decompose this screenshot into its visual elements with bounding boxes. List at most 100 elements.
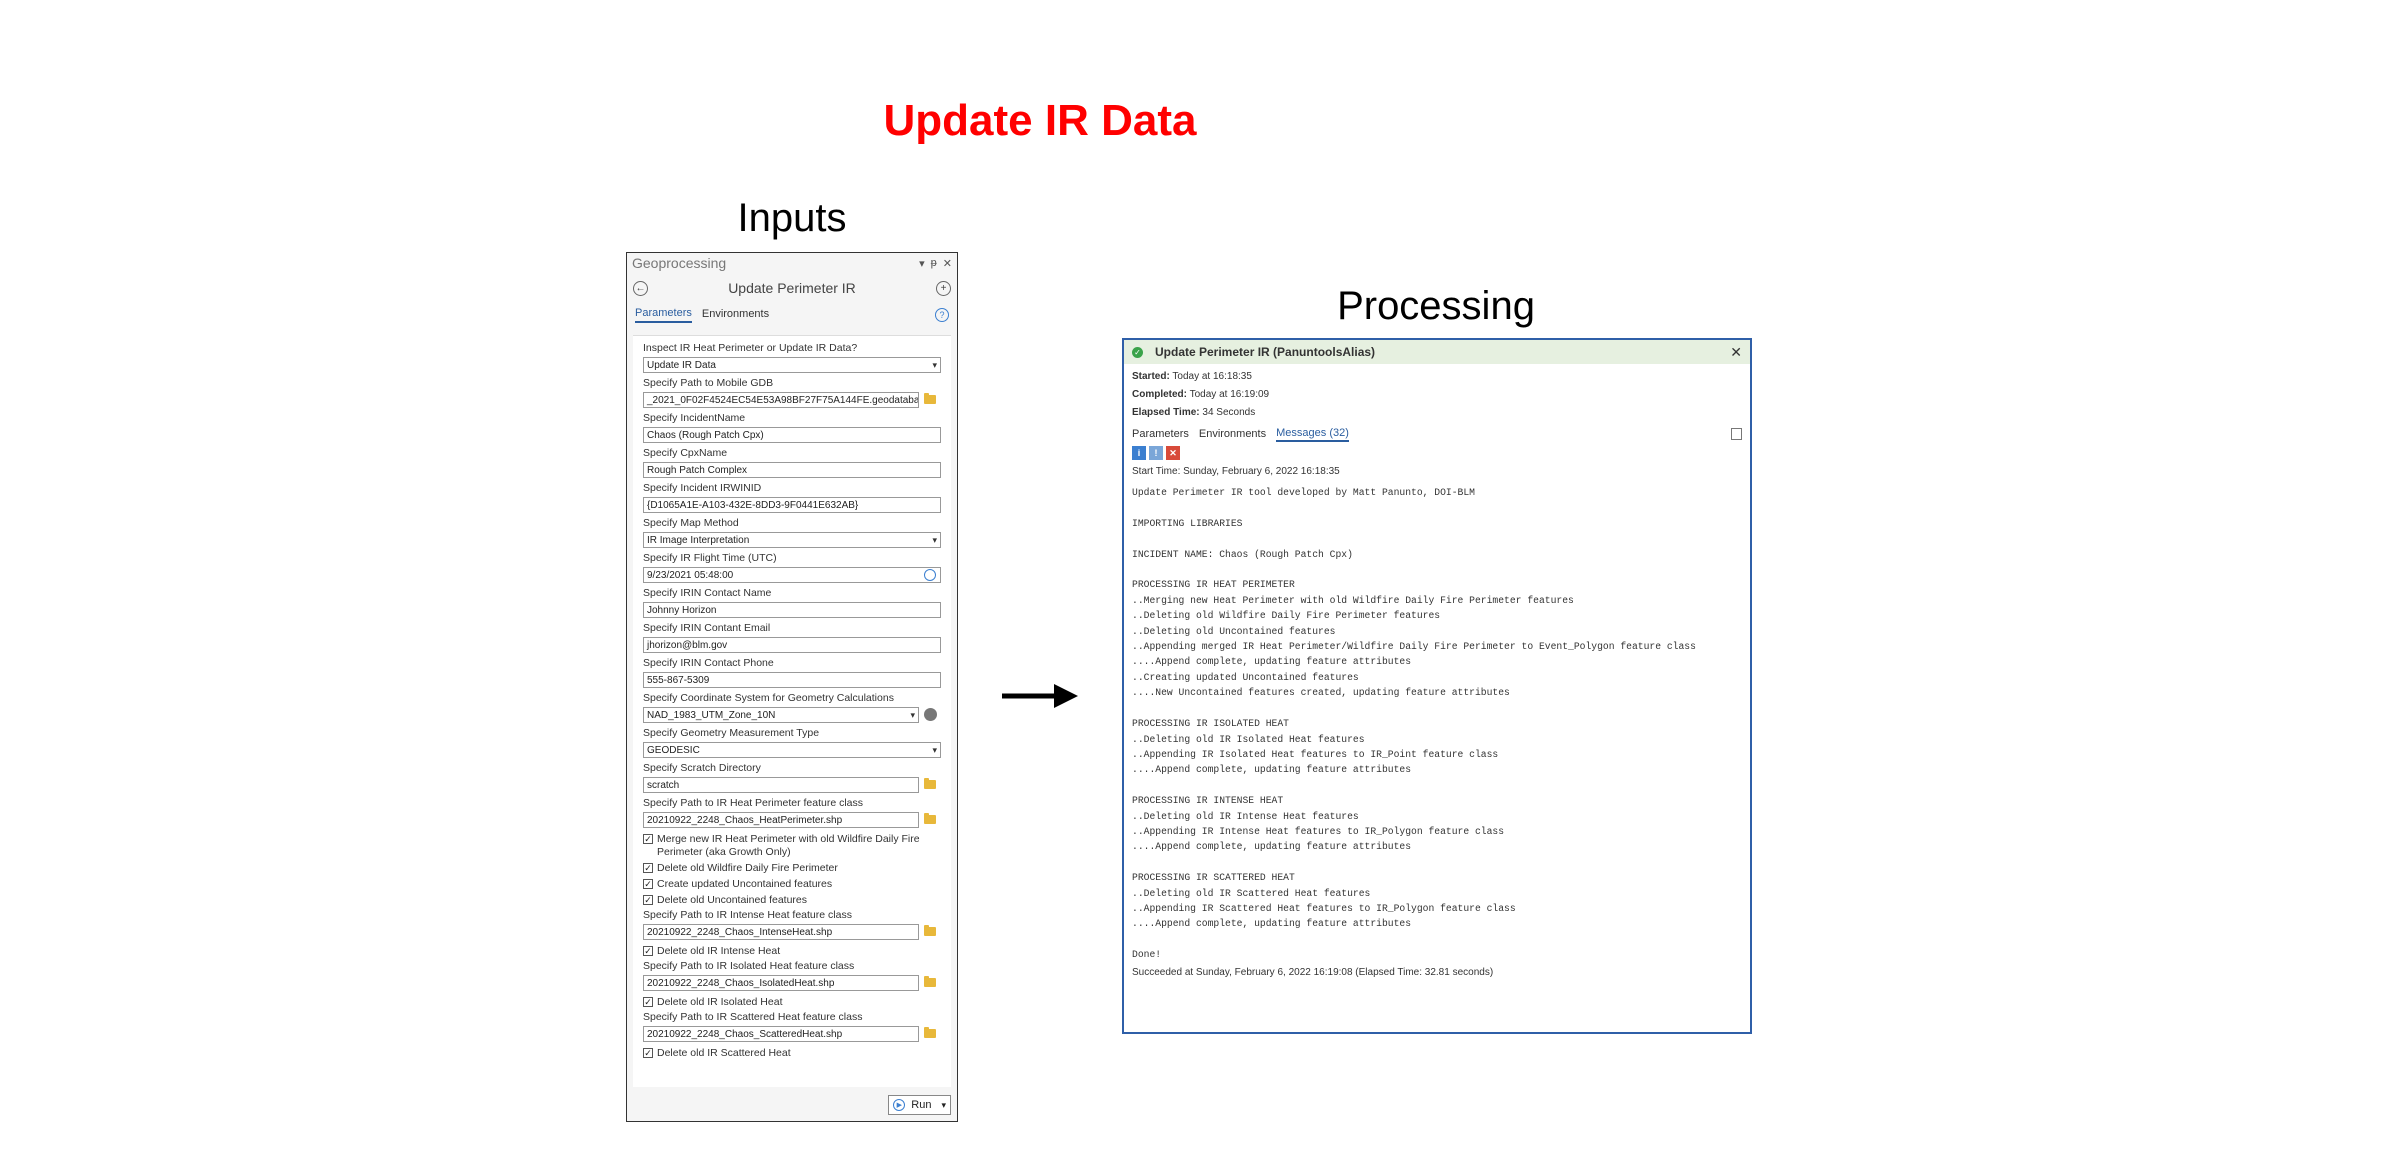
clock-icon[interactable] (924, 568, 936, 581)
param-label: Specify IRIN Contact Name (643, 587, 772, 599)
merge-perimeter-checkbox[interactable]: ✓ Merge new IR Heat Perimeter with old Wi… (643, 833, 941, 859)
create-uncontained-checkbox[interactable]: ✓ Create updated Uncontained features (643, 878, 941, 891)
param-label: Specify IR Flight Time (UTC) (643, 552, 777, 564)
delete-uncontained-checkbox[interactable]: ✓ Delete old Uncontained features (643, 894, 941, 907)
completed-value: Today at 16:19:09 (1189, 389, 1270, 400)
inputs-label: Inputs (737, 196, 847, 240)
param-label: Specify Map Method (643, 517, 739, 529)
pin-icon[interactable]: ᵽ (931, 257, 937, 269)
close-pane-icon[interactable]: ✕ (943, 257, 952, 270)
param-label: Inspect IR Heat Perimeter or Update IR D… (643, 342, 858, 354)
coordinate-system-select[interactable]: NAD_1983_UTM_Zone_10N (643, 707, 919, 723)
tool-header: ← Update Perimeter IR + (627, 273, 957, 303)
tab-environments[interactable]: Environments (1199, 428, 1266, 441)
geoprocessing-pane: Geoprocessing ▾ ᵽ ✕ ← Update Perimeter I… (626, 252, 958, 1122)
param-label: Specify Path to Mobile GDB (643, 377, 774, 389)
map-method-select[interactable]: IR Image Interpretation (643, 532, 941, 548)
folder-icon[interactable] (924, 925, 936, 936)
isolated-heat-path-input[interactable]: 20210922_2248_Chaos_IsolatedHeat.shp (643, 975, 919, 991)
help-icon[interactable]: ? (935, 308, 949, 322)
pane-titlebar: Geoprocessing ▾ ᵽ ✕ (627, 253, 957, 273)
tab-parameters[interactable]: Parameters (1132, 428, 1189, 441)
start-time: Start Time: Sunday, February 6, 2022 16:… (1132, 466, 1340, 477)
started-value: Today at 16:18:35 (1172, 371, 1252, 382)
folder-icon[interactable] (924, 976, 936, 987)
run-metadata: Started: Today at 16:18:35 Completed: To… (1132, 371, 1270, 418)
measurement-type-select[interactable]: GEODESIC (643, 742, 941, 758)
scratch-directory-input[interactable]: scratch (643, 777, 919, 793)
close-icon[interactable]: ✕ (1730, 344, 1742, 361)
checkbox-checked[interactable]: ✓ (643, 834, 653, 844)
param-label: Specify Geometry Measurement Type (643, 727, 820, 739)
param-label: Specify Coordinate System for Geometry C… (643, 692, 894, 704)
tool-tabs: Parameters Environments ? (627, 303, 957, 327)
play-icon: ▶ (893, 1099, 906, 1111)
messages-tabs: Parameters Environments Messages (32) (1124, 424, 1750, 444)
processing-label: Processing (1337, 284, 1535, 328)
success-check-icon: ✓ (1132, 346, 1143, 358)
tab-messages[interactable]: Messages (32) (1276, 427, 1349, 442)
mobile-gdb-path-input[interactable]: _2021_0F02F4524EC54E53A98BF27F75A144FE.g… (643, 392, 919, 408)
param-label: Specify Path to IR Intense Heat feature … (643, 909, 852, 921)
pane-title: Geoprocessing (632, 255, 727, 271)
checkbox-checked[interactable]: ✓ (643, 1048, 653, 1058)
back-arrow-icon[interactable]: ← (633, 280, 648, 296)
checkbox-checked[interactable]: ✓ (643, 879, 653, 889)
heat-perimeter-path-input[interactable]: 20210922_2248_Chaos_HeatPerimeter.shp (643, 812, 919, 828)
param-label: Specify Path to IR Isolated Heat feature… (643, 960, 855, 972)
copy-icon[interactable] (1731, 428, 1742, 440)
irwinid-input[interactable]: {D1065A1E-A103-432E-8DD3-9F0441E632AB} (643, 497, 941, 513)
error-filter-icon[interactable]: ✕ (1166, 446, 1180, 460)
param-label: Specify Incident IRWINID (643, 482, 762, 494)
param-label: Specify IRIN Contant Email (643, 622, 771, 634)
slide-title: Update IR Data (883, 96, 1197, 145)
inspect-or-update-select[interactable]: Update IR Data (643, 357, 941, 373)
param-label: Specify Path to IR Scattered Heat featur… (643, 1011, 863, 1023)
messages-title: Update Perimeter IR (PanuntoolsAlias) (1155, 345, 1376, 359)
message-filters: i ! ✕ (1124, 444, 1750, 462)
messages-header: ✓ Update Perimeter IR (PanuntoolsAlias) … (1124, 340, 1750, 364)
intense-heat-path-input[interactable]: 20210922_2248_Chaos_IntenseHeat.shp (643, 924, 919, 940)
succeeded-message: Succeeded at Sunday, February 6, 2022 16… (1132, 966, 1494, 978)
param-label: Specify Scratch Directory (643, 762, 761, 774)
folder-icon[interactable] (924, 393, 936, 404)
elapsed-value: 34 Seconds (1202, 407, 1256, 418)
pane-options-icon[interactable]: ▾ (919, 257, 925, 270)
tab-parameters[interactable]: Parameters (635, 307, 692, 323)
scattered-heat-path-input[interactable]: 20210922_2248_Chaos_ScatteredHeat.shp (643, 1026, 919, 1042)
checkbox-checked[interactable]: ✓ (643, 895, 653, 905)
message-log: Update Perimeter IR tool developed by Ma… (1132, 487, 1696, 961)
cpx-name-input[interactable]: Rough Patch Complex (643, 462, 941, 478)
param-label: Specify CpxName (643, 447, 728, 459)
incident-name-input[interactable]: Chaos (Rough Patch Cpx) (643, 427, 941, 443)
run-label: Run (911, 1099, 932, 1111)
add-icon[interactable]: + (936, 280, 951, 296)
flight-time-input[interactable]: 9/23/2021 05:48:00 (643, 567, 941, 583)
chevron-down-icon[interactable]: ▾ (941, 1100, 946, 1111)
warning-filter-icon[interactable]: ! (1149, 446, 1163, 460)
run-button[interactable]: ▶ Run ▾ (888, 1095, 951, 1115)
param-label: Specify Path to IR Heat Perimeter featur… (643, 797, 864, 809)
contact-email-input[interactable]: jhorizon@blm.gov (643, 637, 941, 653)
checkbox-checked[interactable]: ✓ (643, 946, 653, 956)
delete-daily-perimeter-checkbox[interactable]: ✓ Delete old Wildfire Daily Fire Perimete… (643, 862, 941, 875)
info-filter-icon[interactable]: i (1132, 446, 1146, 460)
folder-icon[interactable] (924, 1027, 936, 1038)
delete-scattered-heat-checkbox[interactable]: ✓ Delete old IR Scattered Heat (643, 1047, 941, 1060)
checkbox-checked[interactable]: ✓ (643, 863, 653, 873)
param-label: Specify IRIN Contact Phone (643, 657, 774, 669)
tool-title: Update Perimeter IR (728, 280, 856, 296)
processing-messages-window: ✓ Update Perimeter IR (PanuntoolsAlias) … (1122, 338, 1752, 1034)
folder-icon[interactable] (924, 813, 936, 824)
param-label: Specify IncidentName (643, 412, 746, 424)
folder-icon[interactable] (924, 778, 936, 789)
globe-icon[interactable] (923, 708, 937, 721)
delete-intense-heat-checkbox[interactable]: ✓ Delete old IR Intense Heat (643, 945, 941, 958)
contact-name-input[interactable]: Johnny Horizon (643, 602, 941, 618)
right-arrow-icon (1002, 684, 1078, 708)
parameters-panel: Inspect IR Heat Perimeter or Update IR D… (633, 335, 951, 1087)
delete-isolated-heat-checkbox[interactable]: ✓ Delete old IR Isolated Heat (643, 996, 941, 1009)
contact-phone-input[interactable]: 555-867-5309 (643, 672, 941, 688)
checkbox-checked[interactable]: ✓ (643, 997, 653, 1007)
tab-environments[interactable]: Environments (702, 308, 769, 322)
